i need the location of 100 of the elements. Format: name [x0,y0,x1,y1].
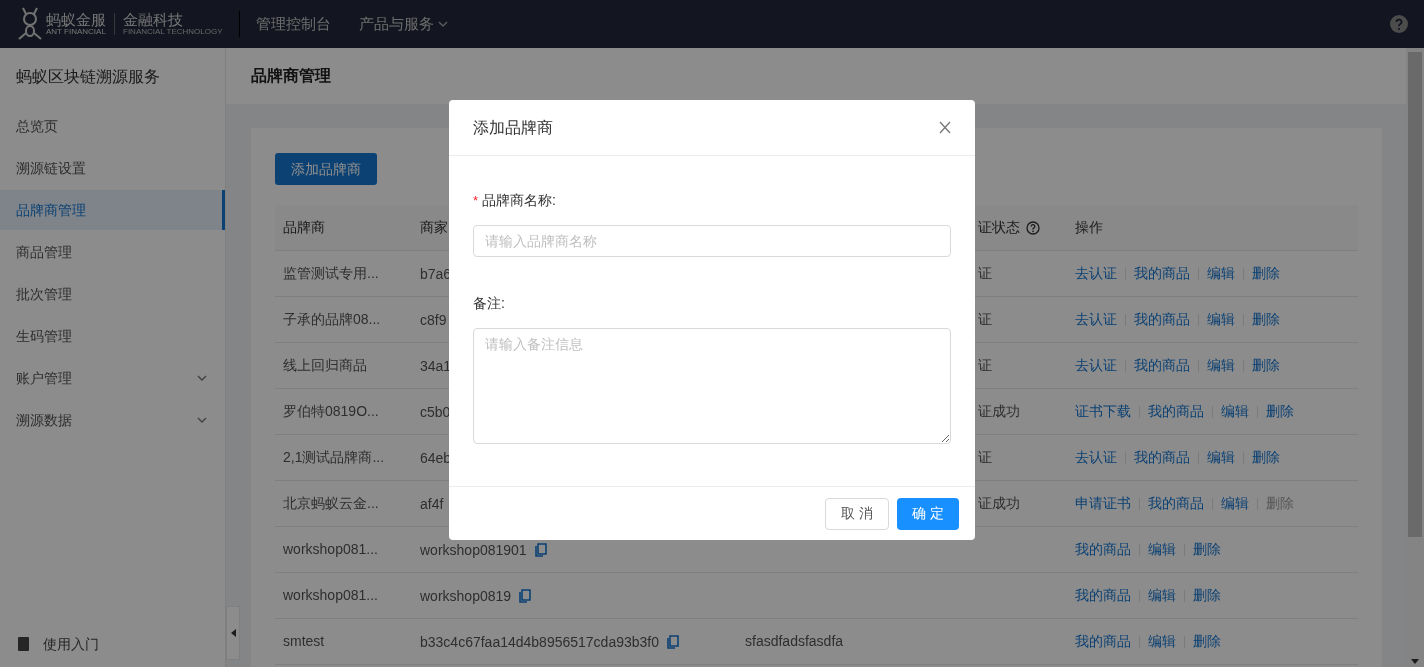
logo-subtitle: ANT FINANCIAL [46,28,106,36]
textarea-field[interactable]: 请输入备注信息 [473,328,951,444]
action-link[interactable]: 编辑 [1148,631,1176,652]
action-link[interactable]: 编辑 [1148,585,1176,606]
scroll-down-icon[interactable] [1411,659,1419,664]
action-link[interactable]: 删除 [1252,355,1280,376]
add-brand-button[interactable]: 添加品牌商 [275,153,377,185]
field-label: 备注: [473,294,505,313]
sidebar-item[interactable]: 商品管理 [0,232,225,272]
collapse-sidebar-handle[interactable] [226,606,240,660]
confirm-button[interactable]: 确 定 [897,497,959,530]
table-cell: 34a1 [420,358,452,373]
table-cell-text: 北京蚂蚁云金... [282,494,380,513]
action-link[interactable]: 我的商品 [1148,493,1204,514]
action-link[interactable]: 我的商品 [1075,585,1131,606]
table-cell: workshop081901 [420,542,527,557]
table-cell-text: 监管测试专用... [282,264,380,283]
sidebar-item[interactable]: 账户管理 [0,358,225,398]
action-link[interactable]: 删除 [1252,447,1280,468]
table-cell: b33c4c67faa14d4b8956517cda93b3f0 [420,634,659,649]
table-cell-text: 证 [977,449,992,465]
action-link[interactable]: 我的商品 [1075,631,1131,652]
action-link[interactable]: 编辑 [1221,493,1249,514]
action-link[interactable]: 我的商品 [1134,309,1190,330]
action-link[interactable]: 我的商品 [1148,401,1204,422]
table-cell-text: 证 [977,357,992,373]
close-icon[interactable] [939,121,951,134]
action-link[interactable]: 删除 [1252,263,1280,284]
table-cell-text: 证 [977,265,992,281]
action-link[interactable]: 删除 [1193,539,1221,560]
table-cell: c5b0 [420,404,451,419]
action-link[interactable]: 去认证 [1075,309,1117,330]
action-link[interactable]: 我的商品 [1134,355,1190,376]
table-cell-text: workshop081... [282,586,379,605]
action-link[interactable]: 删除 [1266,401,1294,422]
copy-icon[interactable] [519,588,532,603]
action-link[interactable]: 删除 [1193,585,1221,606]
action-link[interactable]: 我的商品 [1075,539,1131,560]
table-cell: sfasdfadsfasdfa [745,633,844,649]
chevron-down-icon [197,375,207,381]
nav-link[interactable]: 管理控制台 [255,12,331,36]
input-field[interactable]: 请输入品牌商名称 [473,225,951,257]
action-link[interactable]: 去认证 [1075,447,1117,468]
column-header: 证状态 [978,218,1020,237]
sidebar-item[interactable]: 批次管理 [0,274,225,314]
table-cell-text: 证成功 [977,495,1020,511]
scrollbar-thumb[interactable] [1408,52,1422,537]
table-cell-text: 罗伯特0819O... [282,402,380,421]
logo-title: 蚂蚁金服 [46,12,106,27]
field-label: 品牌商名称: [482,191,556,210]
table-cell-text: workshop081... [282,540,379,559]
action-link[interactable]: 编辑 [1207,309,1235,330]
dialog-title: 添加品牌商 [473,117,554,138]
chevron-down-icon [197,417,207,423]
action-link[interactable]: 去认证 [1075,263,1117,284]
brand-subtitle: FINANCIAL TECHNOLOGY [123,28,223,36]
action-link[interactable]: 编辑 [1221,401,1249,422]
action-link[interactable]: 删除 [1252,309,1280,330]
table-cell-text: 线上回归商品 [282,356,368,375]
sidebar-item[interactable]: 品牌商管理 [0,190,225,230]
page-title: 品牌商管理 [251,66,331,86]
caret-left-icon [230,629,236,637]
getting-started-link[interactable]: 使用入门 [43,633,99,655]
table-cell-text: 证 [977,311,992,327]
action-link[interactable]: 申请证书 [1075,493,1131,514]
book-icon [18,637,29,651]
brand-title: 金融科技 [123,12,184,27]
help-icon[interactable] [1026,220,1040,235]
sidebar-item[interactable]: 总览页 [0,106,225,146]
action-link[interactable]: 编辑 [1148,539,1176,560]
copy-icon[interactable] [534,542,547,557]
column-header: 商家 [420,218,448,237]
required-mark: * [473,191,479,210]
column-header: 品牌商 [283,218,325,237]
action-link[interactable]: 我的商品 [1134,263,1190,284]
chevron-down-icon [437,21,448,27]
table-cell-text: 子承的品牌08... [282,310,382,329]
table-cell-text: 2,1测试品牌商... [282,448,386,467]
cancel-button[interactable]: 取 消 [825,497,890,530]
action-link[interactable]: 证书下载 [1075,401,1131,422]
table-cell-text: smtest [282,632,326,651]
nav-link[interactable]: 产品与服务 [358,12,448,36]
action-link[interactable]: 去认证 [1075,355,1117,376]
column-header: 操作 [1075,218,1103,237]
sidebar-item[interactable]: 溯源链设置 [0,148,225,188]
sidebar-item[interactable]: 溯源数据 [0,400,225,440]
action-link[interactable]: 编辑 [1207,447,1235,468]
table-cell: af4f [420,496,444,511]
sidebar-item[interactable]: 生码管理 [0,316,225,356]
action-link[interactable]: 删除 [1193,631,1221,652]
action-link[interactable]: 编辑 [1207,355,1235,376]
table-cell: c8f9 [420,312,447,327]
action-link[interactable]: 编辑 [1207,263,1235,284]
help-icon[interactable] [1390,15,1408,33]
table-cell-text: 证成功 [977,403,1020,419]
copy-icon[interactable] [667,634,679,649]
table-cell: workshop0819 [420,588,512,603]
sidebar-title: 蚂蚁区块链溯源服务 [15,67,161,87]
ant-logo-icon [16,6,44,42]
action-link[interactable]: 我的商品 [1134,447,1190,468]
